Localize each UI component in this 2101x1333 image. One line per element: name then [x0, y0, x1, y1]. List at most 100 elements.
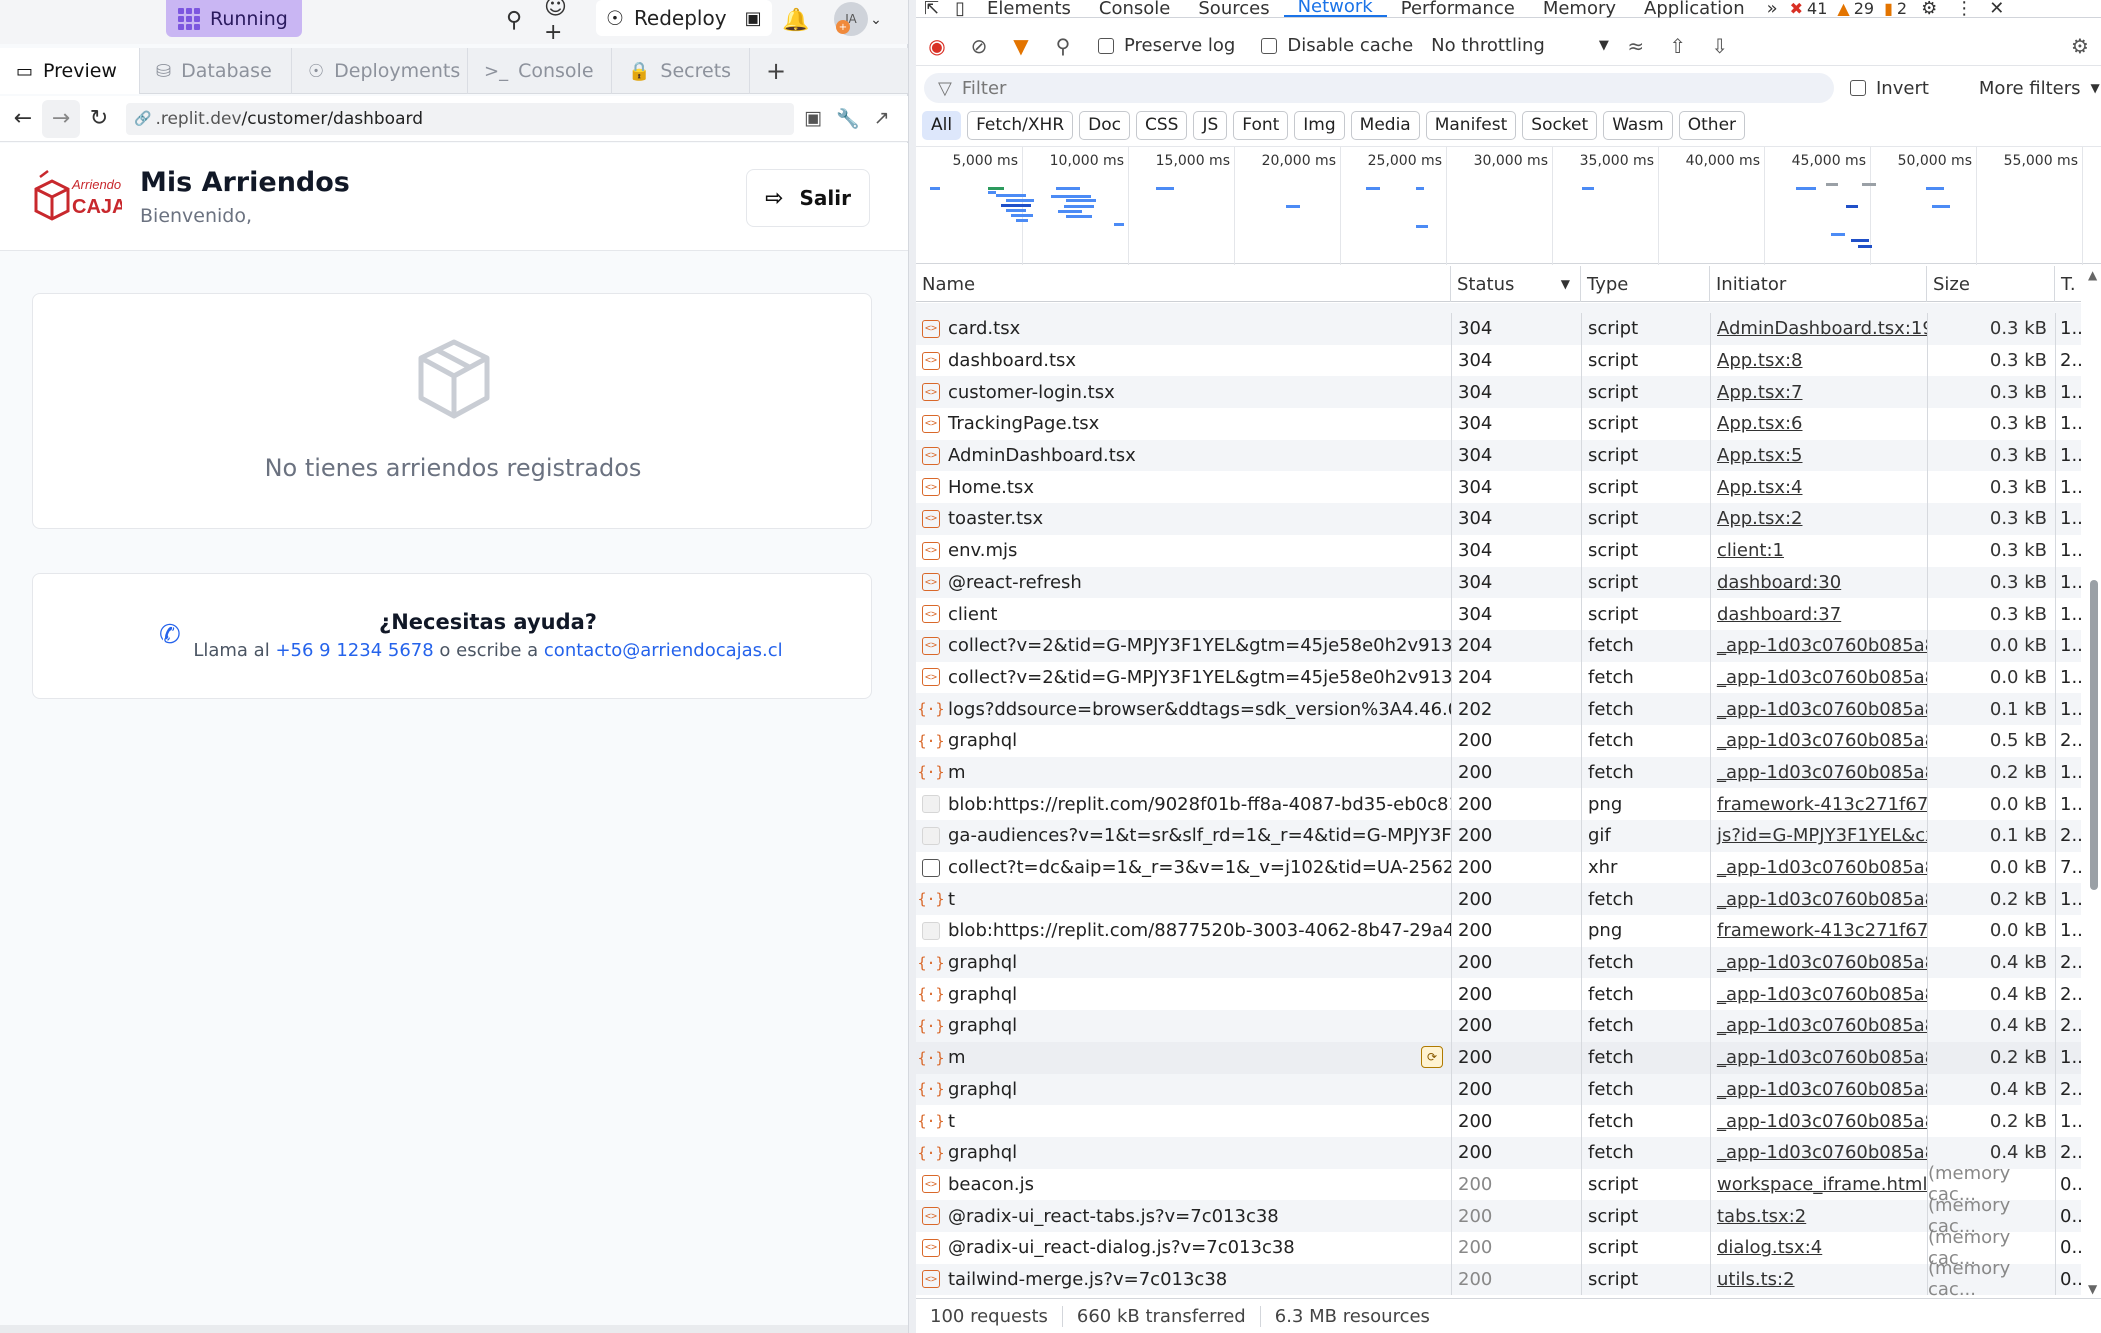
filter-funnel-icon[interactable]: ▼	[1000, 28, 1042, 64]
tab-sources[interactable]: Sources	[1184, 0, 1283, 18]
table-row[interactable]: {·} logs?ddsource=browser&ddtags=sdk_vers…	[916, 693, 2081, 725]
column-initiator[interactable]: Initiator	[1710, 266, 1927, 302]
request-name-cell[interactable]: blob:https://replit.com/9028f01b-ff8a-40…	[916, 788, 1451, 820]
request-initiator-link[interactable]: client:1	[1710, 534, 1927, 567]
request-name-cell[interactable]: <> env.mjs	[916, 535, 1451, 567]
table-row[interactable]: {·}t200fetch_app-1d03c0760b085a80.js0.2 …	[916, 883, 2081, 916]
phone-link[interactable]: +56 9 1234 5678	[275, 640, 433, 661]
request-name-cell[interactable]: blob:https://replit.com/8877520b-3003-40…	[916, 915, 1451, 947]
tab-network[interactable]: Network	[1283, 0, 1387, 17]
column-name[interactable]: Name	[916, 266, 1451, 302]
network-settings-icon[interactable]: ⚙	[2059, 28, 2101, 64]
network-overview-timeline[interactable]: 5,000 ms 10,000 ms 15,000 ms 20,000 ms 25,00…	[916, 146, 2101, 265]
tab-preview[interactable]: ▭ Preview	[0, 48, 140, 94]
column-time[interactable]: T.	[2055, 266, 2081, 302]
filter-chip-js[interactable]: JS	[1193, 110, 1228, 140]
table-row[interactable]: {·}graphql200fetch_app-1d03c0760b085a80.…	[916, 1073, 2081, 1106]
request-initiator-link[interactable]: App.tsx:2	[1710, 503, 1927, 535]
tab-console[interactable]: Console	[1085, 0, 1184, 18]
request-name-cell[interactable]: ga-audiences?v=1&t=sr&slf_rd=1&_r=4&tid=…	[916, 820, 1451, 852]
request-initiator-link[interactable]: App.tsx:6	[1710, 408, 1927, 440]
tab-performance[interactable]: Performance	[1387, 0, 1529, 18]
redeploy-button[interactable]: ☉ Redeploy ▣	[596, 0, 772, 36]
request-name-cell[interactable]: <> customer-login.tsx	[916, 376, 1451, 408]
request-initiator-link[interactable]: js?id=G-MPJY3F1YEL&cx=c	[1710, 820, 1927, 852]
request-name-cell[interactable]: <> @radix-ui_react-tabs.js?v=7c013c38	[916, 1200, 1451, 1232]
record-stop-icon[interactable]: ◉	[916, 28, 958, 64]
request-name-cell[interactable]: collect?t=dc&aip=1&_r=3&v=1&_v=j102&tid=…	[916, 852, 1451, 884]
add-tab-button[interactable]: +	[750, 48, 804, 94]
table-row[interactable]: <> card.tsx 304 script AdminDashboard.tsx:19…	[916, 313, 2081, 345]
filter-chip-other[interactable]: Other	[1678, 110, 1746, 140]
device-toggle-icon[interactable]: ▯	[947, 0, 973, 18]
invert-checkbox[interactable]: Invert	[1850, 78, 1929, 99]
table-row[interactable]: {·}graphql200fetch_app-1d03c0760b085a80.…	[916, 724, 2081, 757]
request-name-cell[interactable]: <> collect?v=2&tid=G-MPJY3F1YEL&gtm=45je5…	[916, 662, 1451, 694]
request-initiator-link[interactable]: _app-1d03c0760b085a80.js	[1710, 883, 1927, 916]
clear-icon[interactable]: ⊘	[958, 28, 1000, 64]
close-icon[interactable]: ✕	[1981, 0, 2012, 18]
external-link-icon[interactable]: ↗	[874, 107, 890, 130]
settings-gear-icon[interactable]: ⚙	[1911, 0, 1947, 18]
request-name-cell[interactable]: <> TrackingPage.tsx	[916, 408, 1451, 440]
request-initiator-link[interactable]: App.tsx:8	[1710, 344, 1927, 377]
table-row[interactable]: blob:https://replit.com/8877520b-3003-40…	[916, 915, 2081, 947]
filter-chip-media[interactable]: Media	[1350, 110, 1420, 140]
table-row[interactable]: {·}m200fetch_app-1d03c0760b085a80.js0.2 …	[916, 756, 2081, 789]
filter-chip-css[interactable]: CSS	[1136, 110, 1188, 140]
column-status[interactable]: Status ▼	[1451, 266, 1581, 302]
table-row[interactable]: <> collect?v=2&tid=G-MPJY3F1YEL&gtm=45je5…	[916, 661, 2081, 694]
request-name-cell[interactable]: {·} m ⟳	[916, 1042, 1451, 1074]
table-row[interactable]: <> @react-refresh 304 script dashboard:30 0.3…	[916, 566, 2081, 599]
network-conditions-icon[interactable]: ≈	[1615, 28, 1657, 64]
table-row[interactable]: <> Home.tsx 304scriptApp.tsx:40.3 kB1...	[916, 471, 2081, 504]
table-row[interactable]: <> @radix-ui_react-tabs.js?v=7c013c38 200 s…	[916, 1195, 2081, 1237]
column-size[interactable]: Size	[1927, 266, 2055, 302]
logout-button[interactable]: ⇨ Salir	[746, 169, 870, 227]
request-name-cell[interactable]: <> @radix-ui_react-dialog.js?v=7c013c38	[916, 1232, 1451, 1264]
request-initiator-link[interactable]: framework-413c271f67f17c	[1710, 788, 1927, 820]
table-row[interactable]: {·}graphql200fetch_app-1d03c0760b085a80.…	[916, 946, 2081, 979]
back-arrow-icon[interactable]: ←	[4, 100, 42, 138]
filter-chip-img[interactable]: Img	[1294, 110, 1345, 140]
search-icon[interactable]: ⚲	[494, 4, 534, 36]
request-initiator-link[interactable]: _app-1d03c0760b085a80.js	[1710, 724, 1927, 757]
table-row[interactable]: {·}graphql200fetch_app-1d03c0760b085a80.…	[916, 1010, 2081, 1042]
tab-database[interactable]: ⛁ Database	[140, 48, 292, 94]
scroll-down-icon[interactable]: ▼	[2088, 1282, 2097, 1296]
request-name-cell[interactable]: <> AdminDashboard.tsx	[916, 440, 1451, 472]
filter-chip-doc[interactable]: Doc	[1079, 110, 1130, 140]
import-har-icon[interactable]: ⇧	[1657, 28, 1699, 64]
request-initiator-link[interactable]: _app-1d03c0760b085a80.js	[1710, 661, 1927, 694]
wrench-icon[interactable]: 🔧	[836, 107, 860, 130]
table-row[interactable]: <> dashboard.tsx 304 script App.tsx:8 0.3 kB 2…	[916, 344, 2081, 377]
request-name-cell[interactable]: <> Home.tsx	[916, 471, 1451, 503]
table-row[interactable]: ga-audiences?v=1&t=sr&slf_rd=1&_r=4&tid=…	[916, 820, 2081, 852]
table-row[interactable]: {·}m ⟳ 200fetch_app-1d03c0760b085a80.js0.2…	[916, 1041, 2081, 1074]
request-initiator-link[interactable]: _app-1d03c0760b085a80.js	[1710, 1073, 1927, 1106]
filter-chip-fetchxhr[interactable]: Fetch/XHR	[967, 110, 1074, 140]
request-name-cell[interactable]: {·} t	[916, 1105, 1451, 1137]
email-link[interactable]: contacto@arriendocajas.cl	[544, 640, 783, 661]
scroll-up-icon[interactable]: ▲	[2088, 268, 2097, 282]
request-name-cell[interactable]: {·} logs?ddsource=browser&ddtags=sdk_vers…	[916, 693, 1451, 725]
request-initiator-link[interactable]: tabs.tsx:2	[1710, 1200, 1927, 1232]
search-icon[interactable]: ⚲	[1042, 28, 1084, 64]
more-filters-dropdown[interactable]: More filters ▼	[1979, 78, 2100, 99]
throttling-select[interactable]: No throttling ▼	[1431, 35, 1609, 56]
table-row[interactable]: <> toaster.tsx 304scriptApp.tsx:20.3 kB1..…	[916, 503, 2081, 535]
tab-application[interactable]: Application	[1630, 0, 1759, 18]
request-initiator-link[interactable]: _app-1d03c0760b085a80.js	[1710, 756, 1927, 789]
request-name-cell[interactable]: {·} graphql	[916, 1010, 1451, 1042]
disable-cache-checkbox[interactable]: Disable cache	[1253, 35, 1413, 56]
request-initiator-link[interactable]: App.tsx:7	[1710, 376, 1927, 409]
filter-chip-all[interactable]: All	[922, 110, 962, 140]
pane-divider[interactable]	[908, 0, 916, 1333]
filter-chip-manifest[interactable]: Manifest	[1425, 110, 1517, 140]
request-name-cell[interactable]: <> client	[916, 598, 1451, 630]
request-initiator-link[interactable]: _app-1d03c0760b085a80.js	[1710, 1136, 1927, 1169]
request-initiator-link[interactable]: utils.ts:2	[1710, 1263, 1927, 1296]
request-initiator-link[interactable]: workspace_iframe.html?init	[1710, 1168, 1927, 1201]
url-field[interactable]: 🔗 .replit.dev/customer/dashboard	[126, 102, 794, 135]
issue-counters[interactable]: ✖ 41 ▲ 29 ▮ 2	[1786, 0, 1911, 17]
